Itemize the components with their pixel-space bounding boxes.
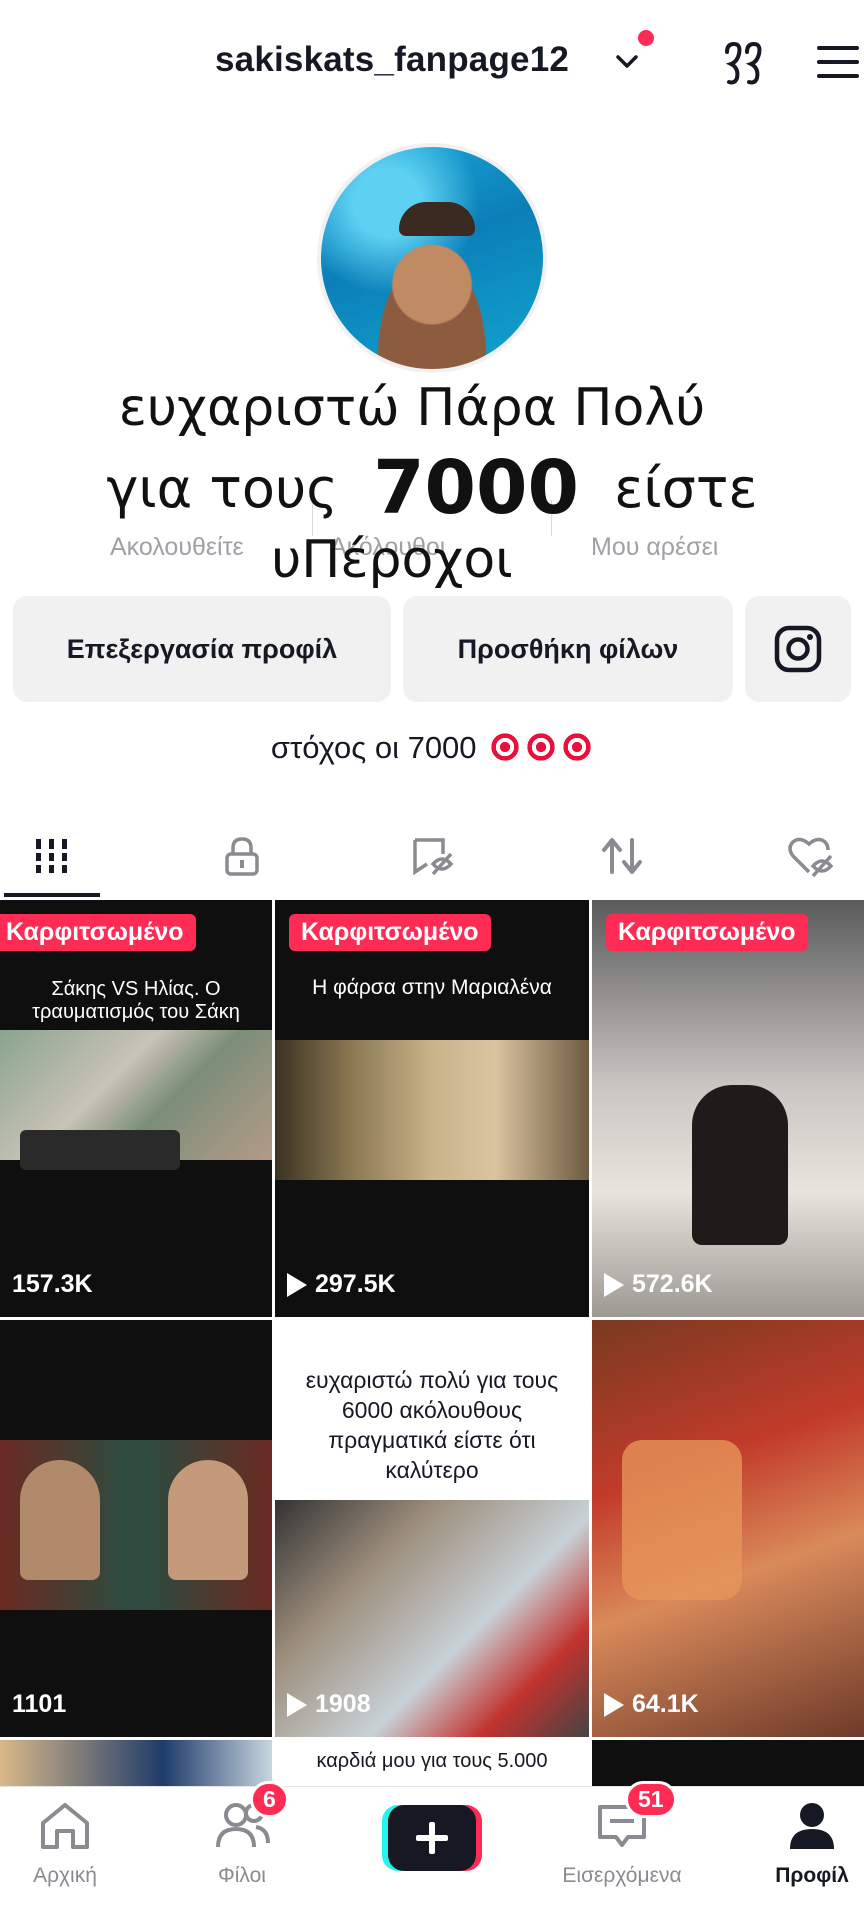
overlay-number: 7000 bbox=[373, 445, 580, 531]
username-switcher[interactable]: sakiskats_fanpage12 bbox=[215, 40, 569, 80]
profile-tabs bbox=[0, 812, 864, 898]
create-icon[interactable] bbox=[382, 1805, 482, 1871]
instagram-button[interactable] bbox=[745, 596, 851, 702]
target-emoji bbox=[489, 731, 522, 763]
view-count: 572.6K bbox=[604, 1270, 713, 1299]
tab-private[interactable] bbox=[212, 826, 272, 886]
play-icon bbox=[287, 1272, 307, 1297]
view-count-text: 157.3K bbox=[12, 1270, 93, 1298]
inbox-badge: 51 bbox=[625, 1781, 677, 1818]
overlay-text: για τους bbox=[106, 457, 338, 520]
video-tile[interactable]: 64.1K bbox=[592, 1320, 864, 1737]
scoreboard bbox=[20, 1130, 180, 1170]
person-figure bbox=[168, 1460, 248, 1580]
nav-label: Φίλοι bbox=[218, 1864, 266, 1887]
view-count-text: 1101 bbox=[12, 1690, 67, 1718]
view-count-text: 1908 bbox=[315, 1690, 371, 1718]
view-count-text: 297.5K bbox=[315, 1270, 396, 1298]
repost-icon bbox=[602, 838, 642, 874]
profile-icon bbox=[790, 1803, 834, 1849]
video-caption: ευχαριστώ πολύ για τους 6000 ακόλουθους … bbox=[305, 1367, 559, 1483]
view-count: 64.1K bbox=[604, 1690, 699, 1719]
liked-icon bbox=[788, 837, 834, 878]
video-tile[interactable]: καρδιά μου για τους 5.000 bbox=[275, 1740, 589, 1786]
video-tile[interactable]: Καρφιτσωμένο Η φάρσα στην Μαριαλένα 297.… bbox=[275, 900, 589, 1317]
active-tab-indicator bbox=[4, 893, 100, 897]
person-figure bbox=[20, 1460, 100, 1580]
video-thumbnail bbox=[622, 1440, 742, 1600]
nav-profile[interactable]: Προφίλ bbox=[747, 1799, 864, 1888]
view-count-text: 572.6K bbox=[632, 1270, 713, 1298]
overlay-caption-line1: ευχαριστώ Πάρα Πολύ bbox=[118, 378, 706, 438]
video-thumbnail bbox=[692, 1085, 788, 1245]
nav-label: Εισερχόμενα bbox=[562, 1864, 682, 1887]
nav-label: Προφίλ bbox=[775, 1864, 849, 1887]
video-caption: Η φάρσα στην Μαριαλένα bbox=[312, 976, 552, 999]
view-count: 297.5K bbox=[287, 1270, 396, 1299]
add-friends-button[interactable]: Προσθήκη φίλων bbox=[403, 596, 733, 702]
pinned-badge: Καρφιτσωμένο bbox=[289, 914, 491, 951]
nav-home[interactable]: Αρχική bbox=[0, 1799, 130, 1888]
nav-friends[interactable]: Φίλοι bbox=[177, 1799, 307, 1888]
overlay-caption-line3: υΠέροχοι bbox=[271, 530, 513, 590]
creator-tools-icon[interactable] bbox=[717, 38, 767, 88]
video-tile[interactable]: Καρφιτσωμένο 572.6K bbox=[592, 900, 864, 1317]
menu-icon[interactable] bbox=[815, 42, 861, 82]
tab-liked[interactable] bbox=[782, 826, 842, 886]
video-tile[interactable]: Καρφιτσωμένο Σάκης VS Ηλίας. Ο τραυματισ… bbox=[0, 900, 272, 1317]
overlay-text: είστε bbox=[614, 457, 758, 520]
video-tile[interactable]: ευχαριστώ πολύ για τους 6000 ακόλουθους … bbox=[275, 1320, 589, 1737]
overlay-caption-line2: για τους 7000 είστε bbox=[0, 445, 864, 531]
bio-text: στόχος οι 7000 bbox=[270, 730, 477, 765]
pinned-badge: Καρφιτσωμένο bbox=[0, 914, 196, 951]
friends-badge: 6 bbox=[250, 1781, 289, 1818]
video-tile[interactable]: 1101 bbox=[0, 1320, 272, 1737]
play-icon bbox=[604, 1272, 624, 1297]
video-tile[interactable] bbox=[0, 1740, 272, 1786]
tab-videos[interactable] bbox=[22, 826, 82, 886]
chevron-down-icon[interactable] bbox=[613, 48, 641, 76]
tab-reposts[interactable] bbox=[592, 826, 652, 886]
view-count-text: 64.1K bbox=[632, 1690, 699, 1718]
profile-bio: στόχος οι 7000 bbox=[0, 730, 864, 766]
lock-icon bbox=[225, 837, 259, 876]
edit-profile-button[interactable]: Επεξεργασία προφίλ bbox=[13, 596, 391, 702]
target-emoji bbox=[525, 731, 558, 763]
profile-header: sakiskats_fanpage12 bbox=[0, 0, 864, 120]
play-icon bbox=[604, 1692, 624, 1717]
nav-label: Αρχική bbox=[33, 1864, 97, 1887]
pinned-badge: Καρφιτσωμένο bbox=[606, 914, 808, 951]
saved-icon bbox=[413, 838, 454, 876]
view-count: 1908 bbox=[287, 1690, 371, 1719]
video-caption: καρδιά μου για τους 5.000 bbox=[316, 1750, 548, 1772]
profile-avatar[interactable] bbox=[317, 143, 547, 373]
video-thumbnail bbox=[275, 1040, 589, 1180]
video-tile[interactable] bbox=[592, 1740, 864, 1786]
view-count: 157.3K bbox=[12, 1270, 93, 1299]
notification-dot bbox=[638, 30, 654, 46]
view-count: 1101 bbox=[12, 1690, 66, 1719]
bottom-navigation: Αρχική Φίλοι 6 Εισερχόμενα 51 Προφίλ bbox=[0, 1781, 864, 1920]
tab-saved[interactable] bbox=[403, 826, 463, 886]
instagram-icon bbox=[774, 625, 822, 673]
video-caption: Σάκης VS Ηλίας. Ο τραυματισμός του Σάκη bbox=[32, 978, 240, 1023]
home-icon bbox=[41, 1803, 89, 1849]
grid-icon bbox=[33, 839, 71, 873]
play-icon bbox=[287, 1692, 307, 1717]
target-emoji bbox=[561, 731, 594, 763]
